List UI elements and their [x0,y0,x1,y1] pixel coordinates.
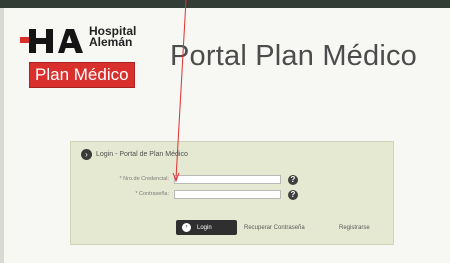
login-panel: › Login - Portal de Plan Médico * Nro.de… [70,141,394,245]
question-icon[interactable]: ? [288,190,298,200]
recover-password-link[interactable]: Recuperar Contraseña [244,225,305,231]
logo-name: Hospital Alemán [89,25,136,49]
question-icon[interactable]: ? [288,175,298,185]
login-panel-title: Login - Portal de Plan Médico [96,151,188,158]
password-input[interactable] [174,190,281,199]
password-label: * Contraseña: [135,191,169,197]
ha-logo-mark [20,29,83,53]
arrow-right-icon: › [81,149,92,160]
page-title: Portal Plan Médico [170,40,417,72]
window-edge [0,8,4,263]
register-link[interactable]: Registrarse [339,225,370,231]
login-panel-header: › Login - Portal de Plan Médico [81,149,188,160]
arrow-right-icon: › [182,223,191,232]
login-button[interactable]: › Login [176,220,237,235]
credential-number-input[interactable] [174,175,281,184]
username-label: * Nro.de Credencial: [119,176,169,182]
login-button-label: Login [197,224,212,231]
logo-name-line2: Alemán [89,35,133,49]
plan-medico-badge: Plan Médico [29,62,135,88]
hospital-aleman-logo: Hospital Alemán Plan Médico [20,24,150,94]
top-bar [0,0,450,8]
